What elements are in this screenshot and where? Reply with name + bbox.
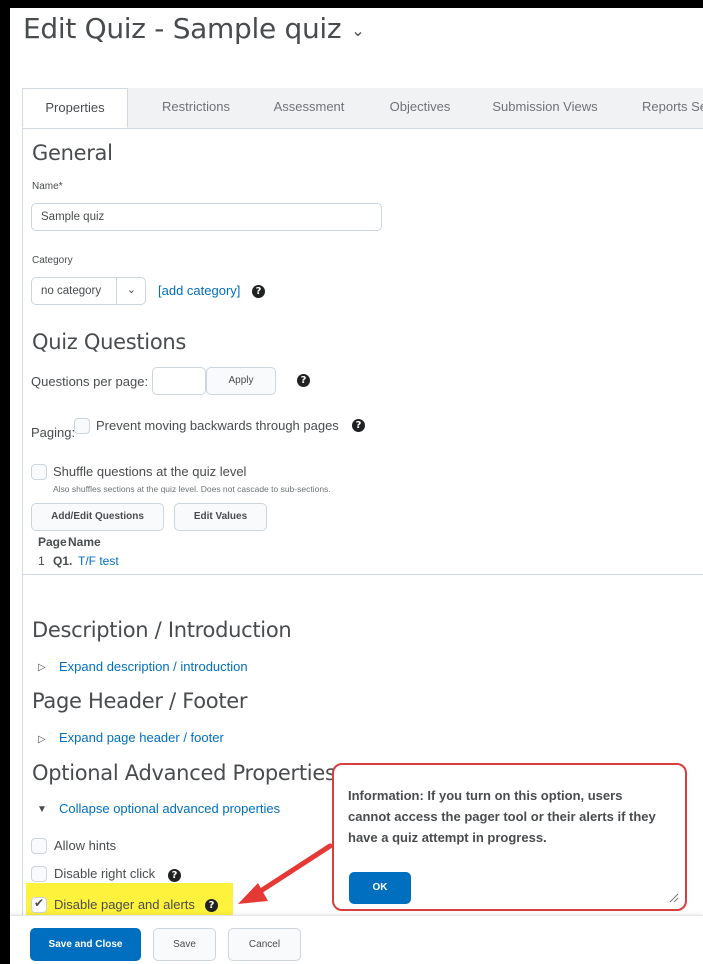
description-heading: Description / Introduction (32, 618, 292, 642)
save-button[interactable]: Save (153, 928, 216, 961)
category-label: Category (32, 255, 73, 266)
help-icon[interactable]: ? (205, 899, 218, 912)
category-selected-value: no category (41, 285, 102, 297)
chevron-down-icon: ⌄ (126, 284, 136, 296)
apply-button[interactable]: Apply (206, 367, 276, 395)
help-icon[interactable]: ? (252, 285, 265, 298)
expand-triangle-icon[interactable]: ▷ (38, 734, 46, 745)
action-footer: Save and Close Save Cancel (10, 915, 703, 964)
required-mark: * (58, 181, 63, 192)
tab-submission-views[interactable]: Submission Views (485, 88, 605, 128)
check-icon: ✔ (34, 896, 45, 910)
info-popup-text: Information: If you turn on this option,… (348, 788, 656, 845)
select-divider (116, 278, 117, 304)
column-header-page: Page (38, 535, 67, 549)
expand-header-footer-link[interactable]: Expand page header / footer (59, 730, 224, 745)
tab-reports-setup[interactable]: Reports Setu (642, 88, 703, 128)
info-popup: Information: If you turn on this option,… (332, 763, 687, 911)
allow-hints-label: Allow hints (54, 838, 117, 853)
header-footer-heading: Page Header / Footer (32, 689, 248, 713)
ok-button[interactable]: OK (349, 872, 411, 904)
tab-objectives[interactable]: Objectives (370, 88, 470, 128)
tab-bar: Properties Restrictions Assessment Objec… (22, 88, 703, 129)
page-title-text: Edit Quiz - Sample quiz (23, 12, 342, 45)
category-select[interactable]: no category ⌄ (31, 277, 146, 305)
tab-properties[interactable]: Properties (22, 88, 128, 128)
prevent-backwards-checkbox[interactable] (74, 418, 90, 434)
row-question-number: Q1. (53, 554, 73, 568)
name-label: Name* (32, 181, 63, 192)
tab-restrictions[interactable]: Restrictions (146, 88, 246, 128)
quiz-name-input[interactable]: Sample quiz (31, 203, 382, 231)
questions-per-page-label: Questions per page: (31, 374, 149, 389)
add-category-link[interactable]: [add category] (158, 283, 240, 298)
general-heading: General (32, 141, 113, 165)
advanced-properties-heading: Optional Advanced Properties (32, 761, 336, 785)
help-icon[interactable]: ? (168, 869, 181, 882)
quiz-editor-page: Edit Quiz - Sample quiz ⌄ Properties Rest… (10, 8, 703, 964)
expand-description-link[interactable]: Expand description / introduction (59, 659, 248, 674)
tab-assessment[interactable]: Assessment (259, 88, 359, 128)
help-icon[interactable]: ? (297, 374, 310, 387)
resize-handle-icon[interactable] (669, 893, 679, 903)
disable-right-click-checkbox[interactable] (31, 866, 47, 882)
disable-pager-checkbox[interactable]: ✔ (31, 896, 47, 913)
shuffle-note: Also shuffles sections at the quiz level… (53, 484, 331, 494)
collapse-advanced-link[interactable]: Collapse optional advanced properties (59, 801, 280, 816)
page-header: Edit Quiz - Sample quiz ⌄ (10, 8, 703, 88)
questions-per-page-input[interactable] (152, 367, 206, 395)
content-left-border (22, 128, 23, 928)
allow-hints-checkbox[interactable] (31, 838, 47, 854)
section-divider (23, 574, 703, 575)
cancel-button[interactable]: Cancel (228, 928, 301, 961)
question-link[interactable]: T/F test (78, 554, 119, 568)
name-label-text: Name (32, 181, 59, 192)
column-header-name: Name (68, 535, 101, 549)
title-chevron-down-icon[interactable]: ⌄ (351, 21, 364, 40)
expand-triangle-icon[interactable]: ▷ (38, 662, 46, 673)
prevent-backwards-label: Prevent moving backwards through pages (96, 418, 339, 433)
collapse-triangle-icon[interactable]: ▼ (37, 804, 47, 815)
save-and-close-button[interactable]: Save and Close (30, 928, 141, 961)
edit-values-button[interactable]: Edit Values (174, 503, 267, 531)
add-edit-questions-button[interactable]: Add/Edit Questions (31, 503, 164, 531)
row-page-number: 1 (38, 554, 45, 568)
quiz-questions-heading: Quiz Questions (32, 330, 187, 354)
shuffle-questions-checkbox[interactable] (31, 464, 47, 480)
disable-right-click-label: Disable right click (54, 866, 156, 881)
paging-label: Paging: (31, 425, 76, 440)
help-icon[interactable]: ? (352, 419, 365, 432)
disable-pager-label: Disable pager and alerts (54, 897, 195, 912)
page-title: Edit Quiz - Sample quiz ⌄ (23, 12, 365, 45)
shuffle-questions-label: Shuffle questions at the quiz level (53, 464, 247, 479)
